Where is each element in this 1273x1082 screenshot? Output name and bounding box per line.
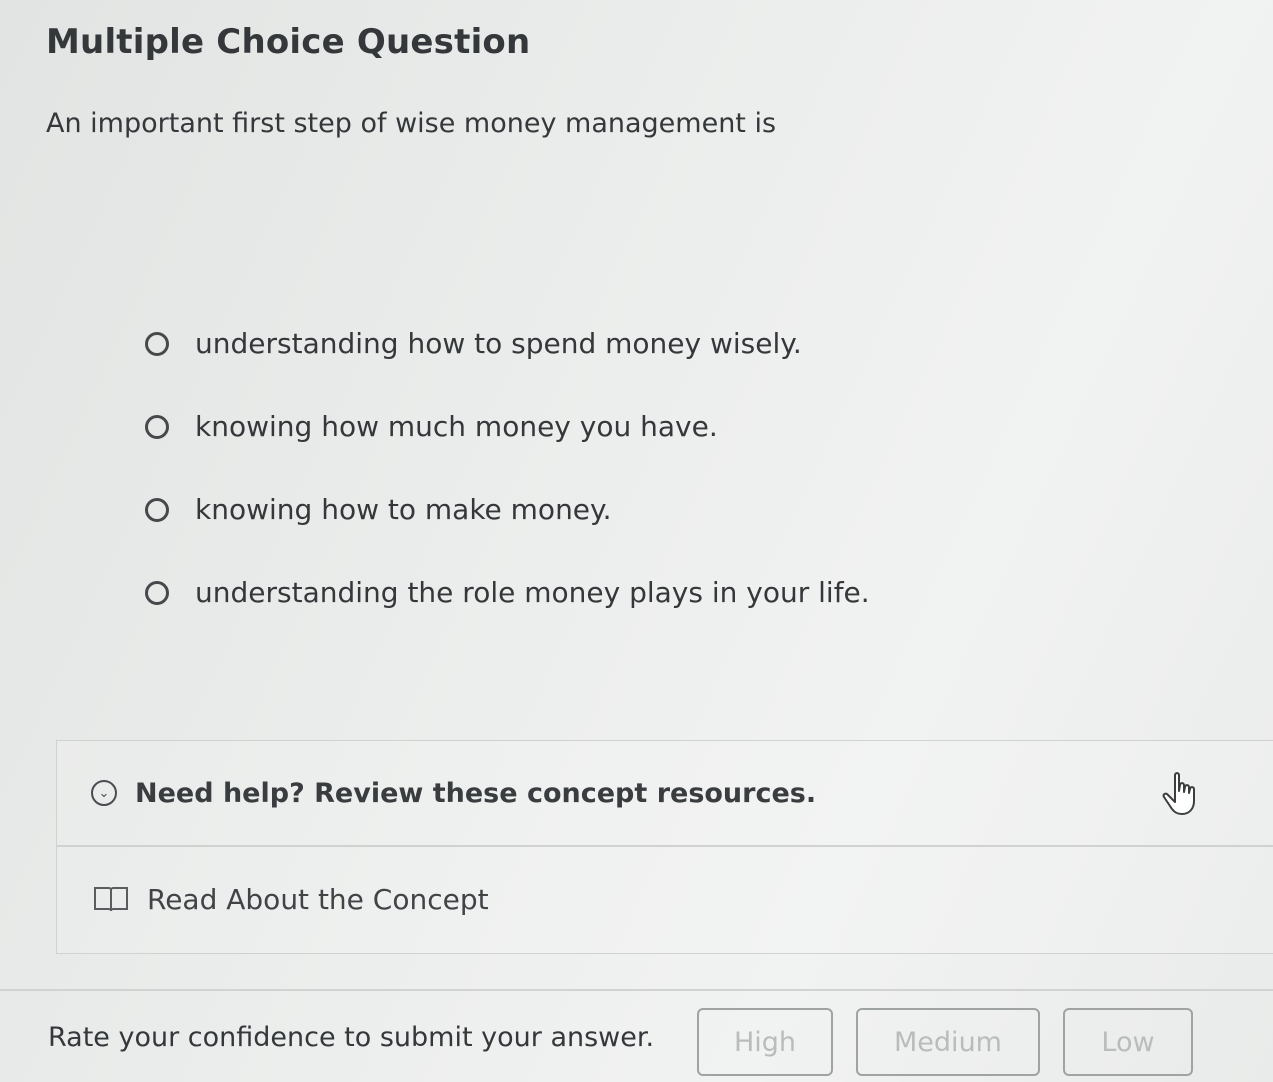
radio-button[interactable]: [145, 497, 169, 522]
radio-button[interactable]: [145, 580, 169, 605]
confidence-high-button[interactable]: High: [697, 1008, 833, 1076]
confidence-low-button[interactable]: Low: [1063, 1008, 1193, 1076]
concept-resources-toggle-text: Need help? Review these concept resource…: [135, 777, 817, 809]
answer-option-2[interactable]: knowing how much money you have.: [145, 385, 870, 468]
page-title: Multiple Choice Question: [46, 22, 531, 62]
book-icon: [94, 887, 128, 912]
answer-option-4[interactable]: understanding the role money plays in yo…: [145, 551, 870, 634]
read-about-concept-label: Read About the Concept: [147, 882, 489, 916]
radio-button[interactable]: [145, 414, 169, 439]
read-about-concept-link[interactable]: Read About the Concept: [57, 847, 1273, 951]
answer-options: understanding how to spend money wisely.…: [145, 302, 870, 634]
concept-resources-panel: ⌄ Need help? Review these concept resour…: [56, 740, 1273, 954]
divider: [0, 989, 1273, 991]
chevron-down-circle-icon: ⌄: [91, 780, 117, 806]
radio-button[interactable]: [145, 331, 169, 356]
concept-resources-toggle[interactable]: ⌄ Need help? Review these concept resour…: [57, 741, 1273, 847]
confidence-medium-button[interactable]: Medium: [856, 1008, 1040, 1076]
question-text: An important first step of wise money ma…: [46, 108, 777, 139]
hand-pointer-icon: [1162, 772, 1195, 815]
answer-option-label: understanding how to spend money wisely.: [195, 327, 802, 360]
answer-option-1[interactable]: understanding how to spend money wisely.: [145, 302, 870, 385]
answer-option-label: knowing how to make money.: [195, 493, 612, 526]
answer-option-3[interactable]: knowing how to make money.: [145, 468, 870, 551]
question-page: Multiple Choice Question An important fi…: [0, 0, 1273, 1082]
confidence-prompt: Rate your confidence to submit your answ…: [48, 1022, 655, 1053]
answer-option-label: understanding the role money plays in yo…: [195, 576, 870, 609]
answer-option-label: knowing how much money you have.: [195, 410, 718, 443]
